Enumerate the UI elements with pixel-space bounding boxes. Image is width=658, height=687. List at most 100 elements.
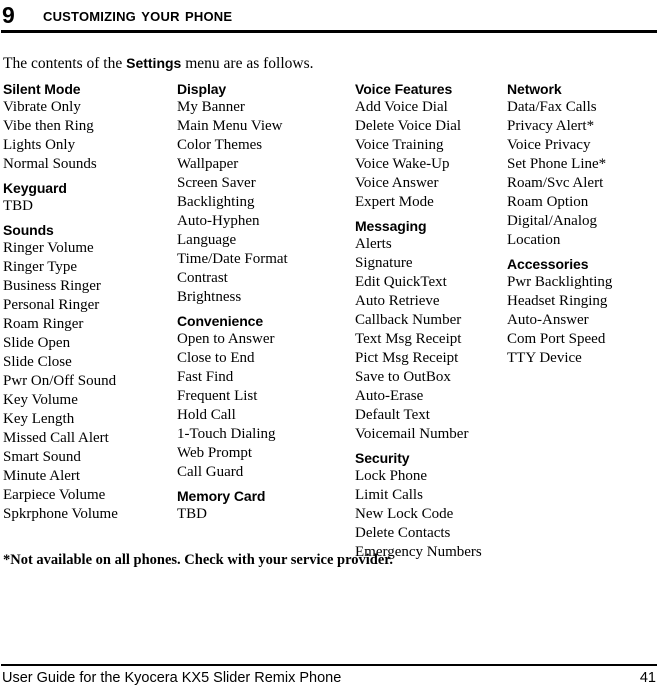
page-number: 41 xyxy=(639,670,656,686)
settings-column: Silent Mode Vibrate Only Vibe then Ring Lig… xyxy=(3,80,175,524)
settings-column: Voice Features Add Voice Dial Delete Voice… xyxy=(355,80,505,562)
settings-menu-item: Voice Training xyxy=(355,137,444,153)
settings-menu-item: Earpiece Volume xyxy=(3,487,106,503)
settings-menu-item: TBD xyxy=(177,506,207,522)
settings-menu-item: Screen Saver xyxy=(177,175,256,191)
document-page: 9 Customizing Your Phone The contents of… xyxy=(0,0,658,687)
settings-menu-item: Ringer Type xyxy=(3,259,78,275)
settings-group: Convenience Open to Answer Close to End Fas… xyxy=(177,312,353,482)
settings-menu-item: Location xyxy=(507,232,561,248)
settings-menu-item: Limit Calls xyxy=(355,487,423,503)
intro-paragraph: The contents of the Settings menu are as… xyxy=(3,54,314,73)
settings-menu-item: Set Phone Line* xyxy=(507,156,607,172)
settings-group: Keyguard TBD xyxy=(3,179,175,216)
settings-menu-item: Spkrphone Volume xyxy=(3,506,118,522)
settings-menu-item: Lock Phone xyxy=(355,468,428,484)
settings-menu-item: Edit QuickText xyxy=(355,274,447,290)
settings-menu-item: Com Port Speed xyxy=(507,331,606,347)
settings-menu-item: Pict Msg Receipt xyxy=(355,350,459,366)
settings-menu-item: Ringer Volume xyxy=(3,240,94,256)
settings-menu-item: Missed Call Alert xyxy=(3,430,109,446)
settings-menu-item: Alerts xyxy=(355,236,392,252)
settings-menu-item: Roam/Svc Alert xyxy=(507,175,604,191)
settings-menu-item: Backlighting xyxy=(177,194,255,210)
settings-menu-item: Roam Option xyxy=(507,194,589,210)
settings-menu-item: Expert Mode xyxy=(355,194,434,210)
settings-group-title: Voice Features xyxy=(355,81,453,97)
settings-group-title: Memory Card xyxy=(177,488,266,504)
intro-bold-settings: Settings xyxy=(126,55,182,71)
settings-menu-item: Frequent List xyxy=(177,388,258,404)
page-title: Customizing Your Phone xyxy=(43,4,233,25)
settings-menu-item: Data/Fax Calls xyxy=(507,99,597,115)
settings-menu-item: Headset Ringing xyxy=(507,293,608,309)
settings-menu-item: Language xyxy=(177,232,237,248)
settings-column: Network Data/Fax Calls Privacy Alert* Voice… xyxy=(507,80,655,368)
settings-menu-item: Slide Close xyxy=(3,354,72,370)
settings-menu-item: Save to OutBox xyxy=(355,369,451,385)
settings-menu-item: 1-Touch Dialing xyxy=(177,426,276,442)
settings-group-title: Network xyxy=(507,81,562,97)
settings-menu-item: Auto-Answer xyxy=(507,312,589,328)
footnote: *Not available on all phones. Check with… xyxy=(3,552,394,568)
settings-menu-item: Auto-Hyphen xyxy=(177,213,260,229)
settings-menu-item: Vibe then Ring xyxy=(3,118,94,134)
settings-menu-item: Slide Open xyxy=(3,335,71,351)
settings-menu-item: Call Guard xyxy=(177,464,244,480)
settings-menu-item: Pwr On/Off Sound xyxy=(3,373,117,389)
settings-menu-item: Callback Number xyxy=(355,312,462,328)
settings-menu-item: Contrast xyxy=(177,270,228,286)
settings-menu-item: Digital/Analog xyxy=(507,213,597,229)
settings-menu-item: Open to Answer xyxy=(177,331,275,347)
settings-menu-item: Auto-Erase xyxy=(355,388,424,404)
settings-menu-item: Web Prompt xyxy=(177,445,253,461)
settings-group-title: Sounds xyxy=(3,222,54,238)
settings-menu-item: Lights Only xyxy=(3,137,76,153)
settings-group-title: Silent Mode xyxy=(3,81,81,97)
settings-column: Display My Banner Main Menu View Color Them… xyxy=(177,80,353,524)
settings-menu-item: Text Msg Receipt xyxy=(355,331,462,347)
settings-group-title: Security xyxy=(355,450,410,466)
settings-menu-item: Add Voice Dial xyxy=(355,99,448,115)
settings-menu-item: Delete Voice Dial xyxy=(355,118,462,134)
footer-divider xyxy=(1,664,657,666)
settings-menu-item: Color Themes xyxy=(177,137,263,153)
settings-menu-item: Auto Retrieve xyxy=(355,293,440,309)
settings-menu-item: Voicemail Number xyxy=(355,426,469,442)
footer-title: User Guide for the Kyocera KX5 Slider Re… xyxy=(2,670,342,686)
intro-text-before: The contents of the xyxy=(3,55,127,72)
settings-menu-item: Pwr Backlighting xyxy=(507,274,613,290)
chapter-header: 9 Customizing Your Phone xyxy=(0,2,658,32)
settings-menu-item: Delete Contacts xyxy=(355,525,451,541)
intro-text-after: menu are as follows. xyxy=(181,55,314,72)
settings-group: Network Data/Fax Calls Privacy Alert* Voice… xyxy=(507,80,655,250)
settings-menu-item: Fast Find xyxy=(177,369,234,385)
settings-group: Voice Features Add Voice Dial Delete Voice… xyxy=(355,80,505,212)
settings-menu-item: Brightness xyxy=(177,289,242,305)
settings-menu-item: TBD xyxy=(3,198,33,214)
settings-menu-item: Key Volume xyxy=(3,392,78,408)
settings-group-title: Accessories xyxy=(507,256,589,272)
settings-group: Messaging Alerts Signature Edit QuickText Au… xyxy=(355,217,505,444)
settings-menu-item: Privacy Alert* xyxy=(507,118,595,134)
settings-menu-item: Close to End xyxy=(177,350,255,366)
settings-menu-item: Voice Wake-Up xyxy=(355,156,450,172)
settings-menu-item: Default Text xyxy=(355,407,430,423)
settings-menu-item: Normal Sounds xyxy=(3,156,97,172)
settings-group-title: Keyguard xyxy=(3,180,67,196)
settings-menu-item: Smart Sound xyxy=(3,449,81,465)
settings-menu-item: Hold Call xyxy=(177,407,236,423)
settings-menu-item: My Banner xyxy=(177,99,245,115)
settings-menu-item: Minute Alert xyxy=(3,468,81,484)
settings-menu-item: TTY Device xyxy=(507,350,582,366)
settings-menu-item: Roam Ringer xyxy=(3,316,84,332)
settings-menu-item: Business Ringer xyxy=(3,278,101,294)
settings-menu-item: Voice Answer xyxy=(355,175,439,191)
settings-group-title: Display xyxy=(177,81,227,97)
settings-group: Sounds Ringer Volume Ringer Type Business R… xyxy=(3,221,175,524)
settings-group-title: Convenience xyxy=(177,313,264,329)
settings-group-title: Messaging xyxy=(355,218,427,234)
settings-menu-item: Main Menu View xyxy=(177,118,283,134)
settings-menu-item: Voice Privacy xyxy=(507,137,591,153)
title-divider xyxy=(1,30,657,33)
